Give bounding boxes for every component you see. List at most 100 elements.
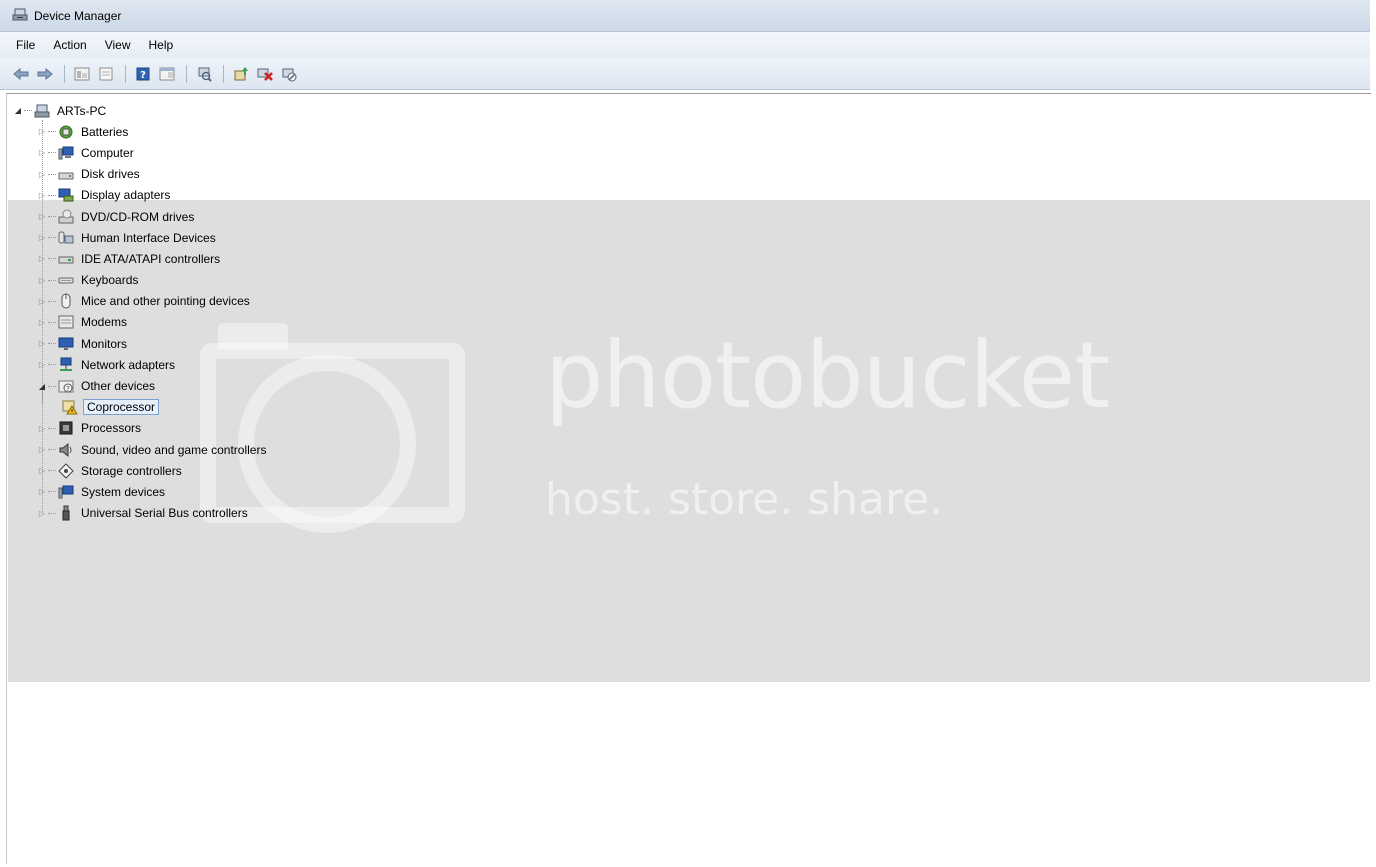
tree-item-label: Coprocessor (83, 399, 160, 416)
tree-item-label: Mice and other pointing devices (81, 294, 250, 309)
tree-root-label: ARTs-PC (57, 103, 107, 118)
expand-arrow-icon[interactable]: ▷ (36, 191, 48, 200)
tree-item-dvd-cd-rom-drives[interactable]: ▷ DVD/CD-ROM drives (12, 206, 268, 227)
toolbar: ? (0, 58, 1370, 90)
device-tree: ◢ ARTs-PC ▷ Batteries ▷ Computer ▷ Disk … (12, 100, 268, 524)
tree-item-computer[interactable]: ▷ Computer (12, 142, 268, 163)
expand-arrow-icon[interactable]: ▷ (36, 170, 48, 179)
menu-file[interactable]: File (0, 38, 44, 52)
expand-arrow-icon[interactable]: ▷ (36, 148, 48, 157)
expand-arrow-icon[interactable]: ▷ (36, 487, 48, 496)
speaker-icon (58, 442, 74, 458)
watermark-tagline: host. store. share. (545, 474, 944, 525)
expand-arrow-icon[interactable]: ▷ (36, 127, 48, 136)
menu-help[interactable]: Help (140, 38, 183, 52)
tree-item-monitors[interactable]: ▷ Monitors (12, 333, 268, 354)
collapse-arrow-icon[interactable]: ◢ (12, 106, 24, 115)
expand-arrow-icon[interactable]: ▷ (36, 276, 48, 285)
tree-item-human-interface-devices[interactable]: ▷ Human Interface Devices (12, 227, 268, 248)
toolbar-separator (64, 64, 65, 83)
optical-drive-icon (58, 209, 74, 225)
tree-item-processors[interactable]: ▷ Processors (12, 418, 268, 439)
display-adapter-icon (58, 187, 74, 203)
expand-arrow-icon[interactable]: ▷ (36, 318, 48, 327)
menu-view[interactable]: View (96, 38, 140, 52)
battery-icon (58, 124, 74, 140)
expand-arrow-icon[interactable]: ▷ (36, 212, 48, 221)
expand-arrow-icon[interactable]: ▷ (36, 445, 48, 454)
tree-item-label: Computer (81, 145, 134, 160)
toolbar-separator (223, 64, 224, 83)
keyboard-icon (58, 272, 74, 288)
tree-item-mice[interactable]: ▷ Mice and other pointing devices (12, 291, 268, 312)
disable-icon[interactable] (278, 63, 300, 85)
tree-item-keyboards[interactable]: ▷ Keyboards (12, 270, 268, 291)
processor-icon (58, 420, 74, 436)
expand-arrow-icon[interactable]: ▷ (36, 254, 48, 263)
tree-item-display-adapters[interactable]: ▷ Display adapters (12, 185, 268, 206)
tree-item-label: Other devices (81, 379, 156, 394)
tree-item-label: Human Interface Devices (81, 230, 216, 245)
action-pane-icon[interactable] (156, 63, 178, 85)
tree-item-batteries[interactable]: ▷ Batteries (12, 121, 268, 142)
expand-arrow-icon[interactable]: ▷ (36, 297, 48, 306)
collapse-arrow-icon[interactable]: ◢ (36, 382, 48, 391)
tree-item-coprocessor[interactable]: Coprocessor (12, 397, 268, 418)
tree-item-other-devices[interactable]: ◢ ? Other devices (12, 375, 268, 396)
watermark-brand: photobucket (545, 322, 1110, 429)
expand-arrow-icon[interactable]: ▷ (36, 360, 48, 369)
tree-item-usb-controllers[interactable]: ▷ Universal Serial Bus controllers (12, 503, 268, 524)
forward-icon[interactable] (34, 63, 56, 85)
tree-item-label: Disk drives (81, 167, 140, 182)
tree-item-system-devices[interactable]: ▷ System devices (12, 481, 268, 502)
expand-arrow-icon[interactable]: ▷ (36, 424, 48, 433)
scan-hardware-icon[interactable] (193, 63, 215, 85)
tree-item-label: Display adapters (81, 188, 171, 203)
ide-controller-icon (58, 251, 74, 267)
tree-item-label: Storage controllers (81, 463, 182, 478)
tree-item-ide-ata-atapi-controllers[interactable]: ▷ IDE ATA/ATAPI controllers (12, 248, 268, 269)
toolbar-separator (186, 64, 187, 83)
computer-root-icon (34, 103, 50, 119)
usb-icon (58, 505, 74, 521)
modem-icon (58, 314, 74, 330)
toolbar-separator (125, 64, 126, 83)
update-driver-icon[interactable] (230, 63, 252, 85)
tree-item-label: System devices (81, 484, 166, 499)
tree-item-label: Keyboards (81, 273, 139, 288)
menu-action[interactable]: Action (44, 38, 95, 52)
console-tree-icon[interactable] (71, 63, 93, 85)
tree-item-disk-drives[interactable]: ▷ Disk drives (12, 164, 268, 185)
expand-arrow-icon[interactable]: ▷ (36, 509, 48, 518)
back-icon[interactable] (10, 63, 32, 85)
expand-arrow-icon[interactable]: ▷ (36, 339, 48, 348)
uninstall-icon[interactable] (254, 63, 276, 85)
tree-item-label: IDE ATA/ATAPI controllers (81, 251, 221, 266)
tree-item-modems[interactable]: ▷ Modems (12, 312, 268, 333)
svg-text:?: ? (140, 70, 146, 81)
title-bar: Device Manager (0, 0, 1370, 32)
svg-text:?: ? (66, 385, 70, 393)
expand-arrow-icon[interactable]: ▷ (36, 233, 48, 242)
help-icon[interactable]: ? (132, 63, 154, 85)
tree-item-label: Processors (81, 421, 142, 436)
tree-item-label: Universal Serial Bus controllers (81, 506, 248, 521)
disk-drive-icon (58, 166, 74, 182)
warning-device-icon (62, 399, 78, 415)
mouse-icon (58, 293, 74, 309)
tree-item-sound-video-game[interactable]: ▷ Sound, video and game controllers (12, 439, 268, 460)
device-manager-icon (12, 7, 28, 24)
tree-item-label: Modems (81, 315, 128, 330)
tree-root[interactable]: ◢ ARTs-PC (12, 100, 268, 121)
expand-arrow-icon[interactable]: ▷ (36, 466, 48, 475)
system-device-icon (58, 484, 74, 500)
window-title: Device Manager (34, 8, 122, 23)
computer-icon (58, 145, 74, 161)
tree-item-network-adapters[interactable]: ▷ Network adapters (12, 354, 268, 375)
menu-bar: File Action View Help (0, 32, 1370, 58)
tree-item-label: Batteries (81, 124, 129, 139)
storage-controller-icon (58, 463, 74, 479)
tree-item-label: DVD/CD-ROM drives (81, 209, 195, 224)
properties-icon[interactable] (95, 63, 117, 85)
tree-item-storage-controllers[interactable]: ▷ Storage controllers (12, 460, 268, 481)
